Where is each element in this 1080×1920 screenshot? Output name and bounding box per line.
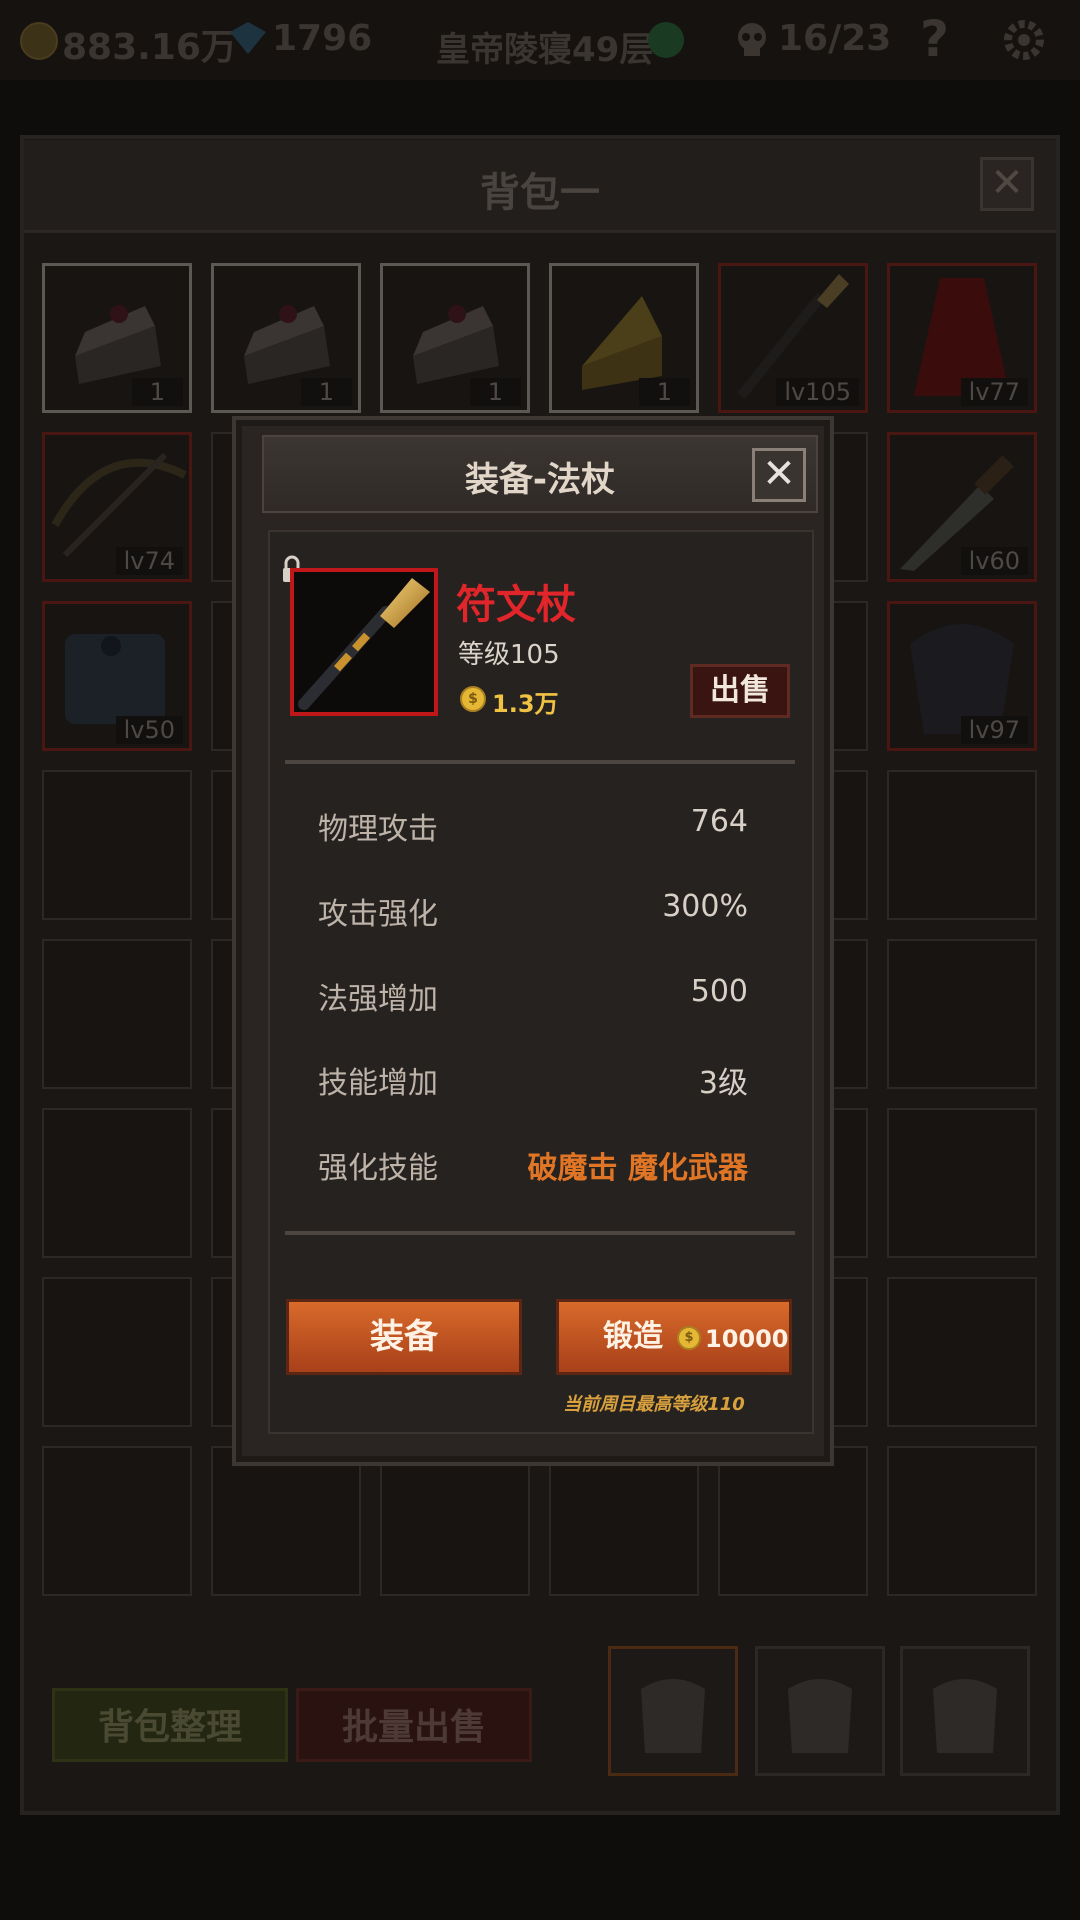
bulk-sell-button[interactable]: 批量出售 bbox=[296, 1688, 532, 1762]
bag-slot-3[interactable]: 1 bbox=[380, 263, 530, 413]
stat-value-attack-boost: 300% bbox=[662, 889, 748, 924]
bag-slot-empty[interactable] bbox=[887, 1108, 1037, 1258]
item-level-badge: lv74 bbox=[115, 547, 183, 575]
equip-button[interactable]: 装备 bbox=[286, 1299, 522, 1375]
bag-slot-empty[interactable] bbox=[42, 1446, 192, 1596]
kill-count: 16/23 bbox=[778, 18, 892, 59]
bag-close-button[interactable]: ✕ bbox=[980, 157, 1034, 211]
bag-slot-empty[interactable] bbox=[718, 1446, 868, 1596]
stat-label-magic-power: 法强增加 bbox=[318, 982, 438, 1017]
backpack-icon bbox=[788, 1679, 852, 1753]
bag-tab-2[interactable] bbox=[755, 1646, 885, 1776]
forge-label: 锻造 bbox=[603, 1319, 663, 1354]
sort-bag-button[interactable]: 背包整理 bbox=[52, 1688, 288, 1762]
bag-slot-empty[interactable] bbox=[42, 770, 192, 920]
max-level-note: 当前周目最高等级110 bbox=[563, 1394, 745, 1415]
gold-coin-icon bbox=[20, 22, 58, 60]
dialog-close-button[interactable]: ✕ bbox=[752, 448, 806, 502]
dialog-title: 装备-法杖 bbox=[464, 460, 616, 500]
item-level-badge: lv60 bbox=[960, 547, 1028, 575]
bag-tab-3[interactable] bbox=[900, 1646, 1030, 1776]
item-count: 1 bbox=[131, 378, 183, 406]
help-icon[interactable]: ? bbox=[920, 10, 949, 68]
staff-icon bbox=[298, 578, 430, 710]
forge-cost: 10000 bbox=[705, 1325, 789, 1353]
item-count: 1 bbox=[300, 378, 352, 406]
gem-amount: 1796 bbox=[272, 18, 373, 59]
bag-slot-7[interactable]: lv74 bbox=[42, 432, 192, 582]
bag-slot-4[interactable]: 1 bbox=[549, 263, 699, 413]
bag-slot-18[interactable]: lv97 bbox=[887, 601, 1037, 751]
bag-slot-empty[interactable] bbox=[42, 1108, 192, 1258]
stat-value-skill-bonus: 3级 bbox=[698, 1066, 748, 1101]
bag-slot-empty[interactable] bbox=[887, 1446, 1037, 1596]
item-level: 等级105 bbox=[458, 640, 560, 670]
backpack-icon bbox=[933, 1679, 997, 1753]
bag-slot-empty[interactable] bbox=[42, 939, 192, 1089]
item-level-badge: lv97 bbox=[960, 716, 1028, 744]
bag-tab-1[interactable] bbox=[608, 1646, 738, 1776]
gold-coin-icon: $ bbox=[677, 1326, 701, 1350]
bag-slot-6[interactable]: lv77 bbox=[887, 263, 1037, 413]
bag-slot-5[interactable]: lv105 bbox=[718, 263, 868, 413]
item-sell-price: 1.3万 bbox=[492, 690, 559, 718]
bag-slot-empty[interactable] bbox=[211, 1446, 361, 1596]
item-count: 1 bbox=[638, 378, 690, 406]
divider bbox=[285, 1231, 795, 1235]
settings-gear-icon[interactable] bbox=[1002, 18, 1046, 62]
bag-slot-2[interactable]: 1 bbox=[211, 263, 361, 413]
item-level-badge: lv77 bbox=[960, 378, 1028, 406]
bag-slot-13[interactable]: lv50 bbox=[42, 601, 192, 751]
bag-slot-12[interactable]: lv60 bbox=[887, 432, 1037, 582]
item-count: 1 bbox=[469, 378, 521, 406]
item-icon-frame bbox=[290, 568, 438, 716]
item-level-badge: lv50 bbox=[115, 716, 183, 744]
stat-label-enhanced-skill: 强化技能 bbox=[318, 1151, 438, 1186]
bag-title: 背包一 bbox=[480, 170, 600, 216]
gem-icon bbox=[228, 20, 268, 56]
stat-value-enhanced-skill: 破魔击 魔化武器 bbox=[527, 1151, 748, 1186]
sell-button[interactable]: 出售 bbox=[690, 664, 790, 718]
gold-amount: 883.16万 bbox=[62, 27, 237, 68]
stat-label-skill-bonus: 技能增加 bbox=[318, 1066, 438, 1101]
item-level-badge: lv105 bbox=[776, 378, 859, 406]
bag-slot-1[interactable]: 1 bbox=[42, 263, 192, 413]
map-icon[interactable] bbox=[648, 22, 684, 58]
divider bbox=[285, 760, 795, 764]
bag-slot-empty[interactable] bbox=[380, 1446, 530, 1596]
item-name: 符文杖 bbox=[456, 582, 576, 628]
stat-value-physical-attack: 764 bbox=[690, 804, 748, 839]
bag-slot-empty[interactable] bbox=[549, 1446, 699, 1596]
backpack-icon bbox=[641, 1679, 705, 1753]
skull-icon bbox=[732, 20, 772, 60]
stat-label-attack-boost: 攻击强化 bbox=[318, 897, 438, 932]
stat-label-physical-attack: 物理攻击 bbox=[318, 812, 438, 847]
dungeon-floor: 皇帝陵寝49层 bbox=[436, 30, 654, 70]
bag-slot-empty[interactable] bbox=[887, 939, 1037, 1089]
stat-value-magic-power: 500 bbox=[690, 974, 748, 1009]
bag-slot-empty[interactable] bbox=[887, 770, 1037, 920]
forge-button[interactable]: 锻造 $ 10000 bbox=[556, 1299, 792, 1375]
gold-coin-icon: $ bbox=[460, 686, 486, 712]
